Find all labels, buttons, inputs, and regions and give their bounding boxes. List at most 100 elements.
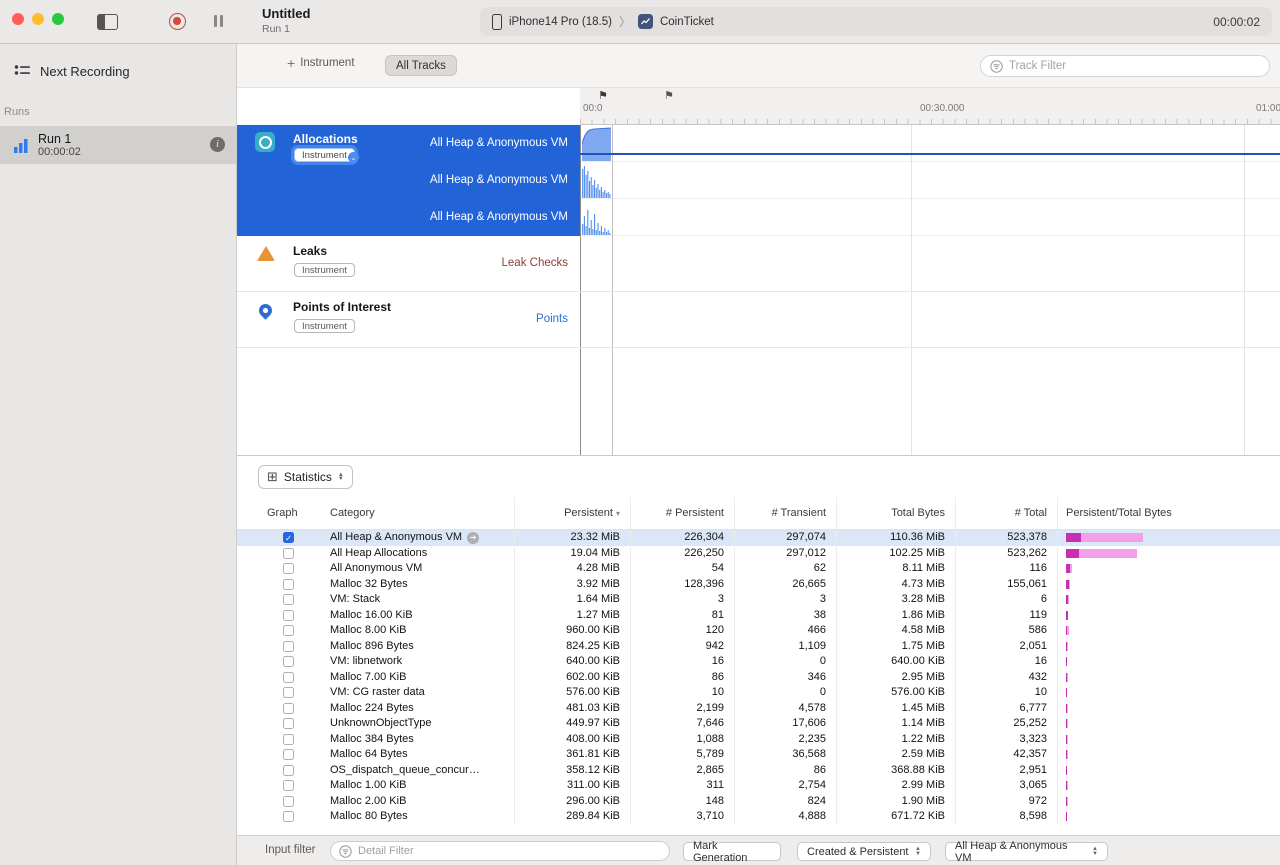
lifecycle-popup-button[interactable]: Created & Persistent ▲ ▼ [797, 842, 931, 861]
graph-checkbox[interactable] [283, 656, 294, 668]
allocations-lane-graph-2[interactable] [580, 162, 1280, 199]
allocations-track-header[interactable]: Allocations Instrument ⌄ All Heap & Anon… [237, 125, 580, 236]
target-selector[interactable]: iPhone14 Pro (18.5) 〉 CoinTicket 00:00:0… [480, 7, 1272, 36]
graph-checkbox[interactable]: ✓ [283, 532, 294, 544]
column-header-category[interactable]: Category [314, 497, 514, 529]
poi-instrument-badge[interactable]: Instrument [294, 319, 355, 333]
num-persistent-cell: 2,865 [630, 762, 734, 778]
graph-checkbox[interactable] [283, 795, 294, 807]
category-cell: Malloc 16.00 KiB ➔ [314, 608, 514, 624]
graph-checkbox[interactable] [283, 671, 294, 683]
column-header-persistent-total-bytes[interactable]: Persistent/Total Bytes [1057, 497, 1280, 529]
process-name[interactable]: CoinTicket [660, 16, 714, 28]
category-cell: Malloc 1.00 KiB ➔ [314, 778, 514, 794]
leaks-instrument-badge[interactable]: Instrument [294, 263, 355, 277]
chevron-down-icon[interactable]: ⌄ [347, 152, 359, 163]
focus-arrow-icon[interactable]: ➔ [467, 531, 480, 544]
graph-checkbox[interactable] [283, 733, 294, 745]
graph-checkbox[interactable] [283, 547, 294, 559]
graph-checkbox[interactable] [283, 594, 294, 606]
mark-generation-button[interactable]: Mark Generation [683, 840, 781, 864]
table-row[interactable]: OS_dispatch_queue_concur… ➔ 358.12 KiB 2… [237, 762, 1280, 778]
num-transient-cell: 4,888 [734, 809, 836, 825]
track-points-of-interest[interactable]: Points of Interest Instrument Points [237, 292, 1280, 348]
table-row[interactable]: UnknownObjectType ➔ 449.97 KiB 7,646 17,… [237, 716, 1280, 732]
table-row[interactable]: Malloc 32 Bytes ➔ 3.92 MiB 128,396 26,66… [237, 576, 1280, 592]
flag-marker-icon[interactable]: ⚑ [598, 89, 608, 102]
table-row[interactable]: Malloc 224 Bytes ➔ 481.03 KiB 2,199 4,57… [237, 700, 1280, 716]
allocations-lane-graph-1[interactable] [580, 125, 1280, 162]
run-list-item[interactable]: Run 1 00:00:02 i [0, 126, 237, 164]
graph-checkbox[interactable] [283, 718, 294, 730]
total-bytes-cell: 640.00 KiB [836, 654, 955, 670]
selected-track-bottom-line [580, 153, 1280, 155]
table-row[interactable]: Malloc 7.00 KiB ➔ 602.00 KiB 86 346 2.95… [237, 669, 1280, 685]
scope-popup-button[interactable]: All Heap & Anonymous VM ▲ ▼ [945, 840, 1108, 864]
persistent-cell: 824.25 KiB [514, 638, 630, 654]
column-header-num-persistent[interactable]: # Persistent [630, 497, 734, 529]
zoom-window-button[interactable] [52, 13, 64, 25]
graph-checkbox[interactable] [283, 764, 294, 776]
close-window-button[interactable] [12, 13, 24, 25]
column-header-graph[interactable]: Graph [237, 497, 314, 529]
table-row[interactable]: Malloc 64 Bytes ➔ 361.81 KiB 5,789 36,56… [237, 747, 1280, 763]
column-header-total-bytes[interactable]: Total Bytes [836, 497, 955, 529]
detail-view-selector[interactable]: ⊞ Statistics ▲ ▼ [258, 465, 353, 489]
graph-checkbox[interactable] [283, 609, 294, 621]
table-row[interactable]: VM: Stack ➔ 1.64 MiB 3 3 3.28 MiB 6 [237, 592, 1280, 608]
allocations-lane-label-3: All Heap & Anonymous VM [429, 211, 568, 223]
add-instrument-button[interactable]: + Instrument [287, 56, 355, 70]
graph-checkbox[interactable] [283, 749, 294, 761]
allocations-instrument-badge[interactable]: Instrument ⌄ [294, 148, 359, 163]
table-row[interactable]: ✓ All Heap & Anonymous VM ➔ 23.32 MiB 22… [237, 530, 1280, 546]
table-row[interactable]: VM: CG raster data ➔ 576.00 KiB 10 0 576… [237, 685, 1280, 701]
graph-checkbox[interactable] [283, 578, 294, 590]
record-button[interactable] [169, 13, 186, 30]
table-row[interactable]: Malloc 16.00 KiB ➔ 1.27 MiB 81 38 1.86 M… [237, 607, 1280, 624]
table-row[interactable]: Malloc 1.00 KiB ➔ 311.00 KiB 311 2,754 2… [237, 778, 1280, 794]
table-row[interactable]: Malloc 2.00 KiB ➔ 296.00 KiB 148 824 1.9… [237, 793, 1280, 809]
track-allocations[interactable]: Allocations Instrument ⌄ All Heap & Anon… [237, 125, 1280, 236]
column-header-num-total[interactable]: # Total [955, 497, 1057, 529]
graph-checkbox[interactable] [283, 702, 294, 714]
graph-checkbox[interactable] [283, 780, 294, 792]
total-bytes-cell: 3.28 MiB [836, 592, 955, 608]
timeline-ruler[interactable]: ⚑ ⚑ 00:0 00:30.000 01:00 [580, 88, 1280, 125]
pause-button[interactable] [214, 15, 223, 27]
table-row[interactable]: Malloc 8.00 KiB ➔ 960.00 KiB 120 466 4.5… [237, 623, 1280, 639]
graph-checkbox[interactable] [283, 563, 294, 575]
sidebar-item-next-recording[interactable]: Next Recording [0, 44, 236, 79]
table-row[interactable]: VM: libnetwork ➔ 640.00 KiB 16 0 640.00 … [237, 654, 1280, 670]
column-header-persistent[interactable]: Persistent ▾ [514, 497, 630, 529]
graph-checkbox[interactable] [283, 625, 294, 637]
graph-checkbox[interactable] [283, 687, 294, 699]
num-transient-cell: 466 [734, 623, 836, 639]
leaks-track-header[interactable]: Leaks Instrument Leak Checks [237, 236, 580, 291]
info-icon[interactable]: i [210, 137, 225, 152]
graph-checkbox[interactable] [283, 640, 294, 652]
track-leaks[interactable]: Leaks Instrument Leak Checks [237, 236, 1280, 292]
track-filter-input[interactable] [1009, 60, 1260, 72]
flag-marker-icon[interactable]: ⚑ [664, 89, 674, 102]
sidebar-toggle-icon[interactable] [97, 14, 118, 30]
graph-cell [237, 685, 314, 701]
table-row[interactable]: Malloc 896 Bytes ➔ 824.25 KiB 942 1,109 … [237, 638, 1280, 655]
graph-checkbox[interactable] [283, 811, 294, 823]
detail-filter-input[interactable] [358, 845, 661, 857]
detail-filter-field[interactable] [330, 841, 670, 861]
all-tracks-button[interactable]: All Tracks [385, 55, 457, 76]
category-label: Malloc 7.00 KiB [330, 670, 407, 683]
table-row[interactable]: Malloc 384 Bytes ➔ 408.00 KiB 1,088 2,23… [237, 731, 1280, 747]
table-row[interactable]: All Anonymous VM ➔ 4.28 MiB 54 62 8.11 M… [237, 561, 1280, 577]
track-filter-field[interactable] [980, 55, 1270, 77]
allocations-lane-graph-3[interactable] [580, 199, 1280, 236]
poi-track-header[interactable]: Points of Interest Instrument Points [237, 292, 580, 347]
table-row[interactable]: All Heap Allocations ➔ 19.04 MiB 226,250… [237, 545, 1280, 561]
graph-cell [237, 639, 314, 655]
bytes-bar-cell [1057, 576, 1280, 592]
column-header-num-transient[interactable]: # Transient [734, 497, 836, 529]
num-persistent-cell: 16 [630, 654, 734, 670]
minimize-window-button[interactable] [32, 13, 44, 25]
table-row[interactable]: Malloc 80 Bytes ➔ 289.84 KiB 3,710 4,888… [237, 809, 1280, 825]
device-name[interactable]: iPhone14 Pro (18.5) [509, 16, 612, 28]
